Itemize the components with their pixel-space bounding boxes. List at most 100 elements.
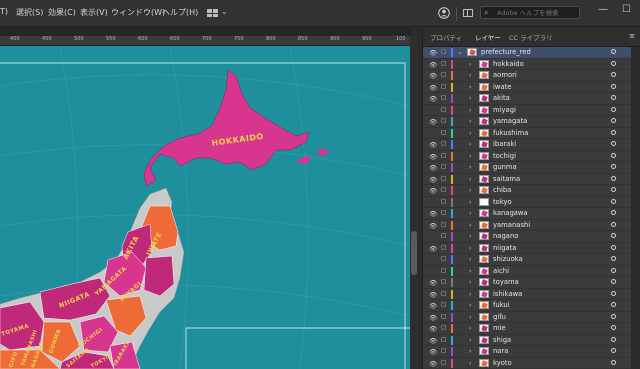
help-search-input[interactable] bbox=[497, 7, 577, 18]
target-circle-icon[interactable] bbox=[611, 164, 616, 169]
layer-row[interactable]: 👁 › nara bbox=[423, 346, 640, 358]
lock-toggle-icon[interactable] bbox=[441, 141, 446, 146]
chevron-down-icon[interactable]: ⌄ bbox=[221, 7, 228, 16]
eye-visibility-icon[interactable]: 👁 bbox=[429, 360, 437, 368]
eye-visibility-icon[interactable]: 👁 bbox=[429, 222, 437, 230]
lock-toggle-icon[interactable] bbox=[441, 60, 446, 66]
panel-menu-icon[interactable]: ≡ bbox=[629, 32, 635, 40]
horizontal-ruler[interactable]: 400 450 500 550 600 650 700 750 800 850 … bbox=[0, 36, 410, 46]
target-circle-icon[interactable] bbox=[611, 187, 616, 192]
lock-toggle-icon[interactable] bbox=[441, 83, 446, 89]
chevron-right-icon[interactable]: › bbox=[469, 278, 472, 286]
target-circle-icon[interactable] bbox=[611, 279, 616, 284]
chevron-right-icon[interactable]: › bbox=[469, 60, 472, 68]
menu-view[interactable]: 表示(V) bbox=[80, 7, 108, 18]
layer-name[interactable]: fukushima bbox=[493, 129, 528, 137]
target-circle-icon[interactable] bbox=[611, 348, 616, 353]
target-circle-icon[interactable] bbox=[611, 210, 616, 215]
target-circle-icon[interactable] bbox=[611, 141, 616, 146]
chevron-right-icon[interactable]: › bbox=[469, 244, 472, 252]
eye-visibility-icon[interactable]: 👁 bbox=[429, 84, 437, 92]
target-circle-icon[interactable] bbox=[611, 244, 616, 250]
eye-visibility-icon[interactable]: 👁 bbox=[429, 245, 437, 253]
lock-toggle-icon[interactable] bbox=[441, 187, 446, 192]
layer-name[interactable]: ishikawa bbox=[493, 290, 522, 298]
layer-row[interactable]: › tokyo bbox=[423, 197, 640, 208]
lock-toggle-icon[interactable] bbox=[441, 256, 446, 261]
chevron-right-icon[interactable]: › bbox=[469, 129, 472, 137]
eye-visibility-icon[interactable]: 👁 bbox=[429, 291, 437, 299]
layer-row[interactable]: 👁 › tochigi bbox=[423, 151, 640, 162]
eye-visibility-icon[interactable]: 👁 bbox=[429, 153, 437, 161]
layer-row[interactable]: › aichi bbox=[423, 266, 640, 277]
layer-row[interactable]: 👁 › chiba bbox=[423, 185, 640, 197]
lock-toggle-icon[interactable] bbox=[441, 118, 446, 123]
layer-name[interactable]: yamagata bbox=[493, 117, 527, 125]
layer-name[interactable]: hokkaido bbox=[493, 60, 524, 68]
canvas-vertical-scrollbar[interactable] bbox=[410, 36, 418, 369]
chevron-right-icon[interactable]: › bbox=[469, 221, 472, 229]
eye-visibility-icon[interactable]: 👁 bbox=[429, 302, 437, 310]
lock-toggle-icon[interactable] bbox=[441, 129, 446, 135]
lock-toggle-icon[interactable] bbox=[441, 152, 446, 158]
target-circle-icon[interactable] bbox=[611, 359, 616, 365]
layer-row[interactable]: 👁 › yamagata bbox=[423, 116, 640, 128]
chevron-right-icon[interactable]: › bbox=[469, 301, 472, 309]
layer-name[interactable]: nagano bbox=[493, 232, 518, 240]
layer-row[interactable]: 👁 › toyama bbox=[423, 277, 640, 289]
lock-toggle-icon[interactable] bbox=[441, 336, 446, 342]
layer-row[interactable]: 👁 › niigata bbox=[423, 243, 640, 254]
layer-name[interactable]: fukui bbox=[493, 301, 510, 309]
target-circle-icon[interactable] bbox=[611, 325, 616, 330]
eye-visibility-icon[interactable]: 👁 bbox=[429, 118, 437, 126]
chevron-right-icon[interactable]: › bbox=[469, 359, 472, 367]
target-circle-icon[interactable] bbox=[611, 198, 616, 204]
target-circle-icon[interactable] bbox=[611, 118, 616, 123]
layer-row[interactable]: 👁 › hokkaido bbox=[423, 59, 640, 70]
layer-row[interactable]: 👁 › yamanashi bbox=[423, 220, 640, 231]
eye-visibility-icon[interactable]: 👁 bbox=[429, 187, 437, 195]
layer-name[interactable]: niigata bbox=[493, 244, 516, 252]
lock-toggle-icon[interactable] bbox=[441, 290, 446, 296]
menu-select[interactable]: 選択(S) bbox=[16, 7, 43, 18]
tab-properties[interactable]: プロパティ bbox=[430, 32, 462, 42]
layer-row[interactable]: 👁 › gunma bbox=[423, 162, 640, 174]
layer-row[interactable]: 👁 › iwate bbox=[423, 82, 640, 93]
eye-visibility-icon[interactable]: 👁 bbox=[429, 95, 437, 103]
target-circle-icon[interactable] bbox=[611, 106, 616, 112]
lock-toggle-icon[interactable] bbox=[441, 72, 446, 77]
layer-row[interactable]: 👁 › saitama bbox=[423, 174, 640, 185]
layer-row[interactable]: › miyagi bbox=[423, 105, 640, 116]
target-circle-icon[interactable] bbox=[611, 60, 616, 66]
layer-name[interactable]: tokyo bbox=[493, 198, 512, 206]
layer-name[interactable]: ibaraki bbox=[493, 140, 516, 148]
arrange-panels-icon[interactable] bbox=[463, 9, 473, 17]
lock-toggle-icon[interactable] bbox=[441, 221, 446, 227]
chevron-right-icon[interactable]: › bbox=[469, 232, 472, 240]
menu-window[interactable]: ウィンドウ(W) bbox=[111, 7, 165, 18]
lock-toggle-icon[interactable] bbox=[441, 233, 446, 238]
layer-name[interactable]: yamanashi bbox=[493, 221, 530, 229]
chevron-right-icon[interactable]: › bbox=[469, 290, 472, 298]
chevron-right-icon[interactable]: › bbox=[469, 209, 472, 217]
layer-name[interactable]: shizuoka bbox=[493, 255, 523, 263]
eye-visibility-icon[interactable]: 👁 bbox=[429, 348, 437, 356]
target-circle-icon[interactable] bbox=[611, 302, 616, 307]
lock-toggle-icon[interactable] bbox=[441, 325, 446, 330]
layer-row[interactable]: 👁 › aomori bbox=[423, 70, 640, 82]
eye-visibility-icon[interactable]: 👁 bbox=[429, 49, 437, 57]
chevron-right-icon[interactable]: › bbox=[469, 175, 472, 183]
layer-name[interactable]: miyagi bbox=[493, 106, 516, 114]
layer-name[interactable]: nara bbox=[493, 347, 508, 355]
target-circle-icon[interactable] bbox=[611, 221, 616, 227]
layer-name[interactable]: tochigi bbox=[493, 152, 516, 160]
chevron-right-icon[interactable]: › bbox=[469, 140, 472, 148]
target-circle-icon[interactable] bbox=[611, 233, 616, 238]
chevron-right-icon[interactable]: › bbox=[469, 313, 472, 321]
layer-row[interactable]: 👁 › ishikawa bbox=[423, 289, 640, 300]
lock-toggle-icon[interactable] bbox=[441, 210, 446, 215]
lock-toggle-icon[interactable] bbox=[441, 302, 446, 307]
layer-name[interactable]: saitama bbox=[493, 175, 520, 183]
layer-row[interactable]: 👁 › fukui bbox=[423, 300, 640, 312]
layer-name[interactable]: toyama bbox=[493, 278, 519, 286]
